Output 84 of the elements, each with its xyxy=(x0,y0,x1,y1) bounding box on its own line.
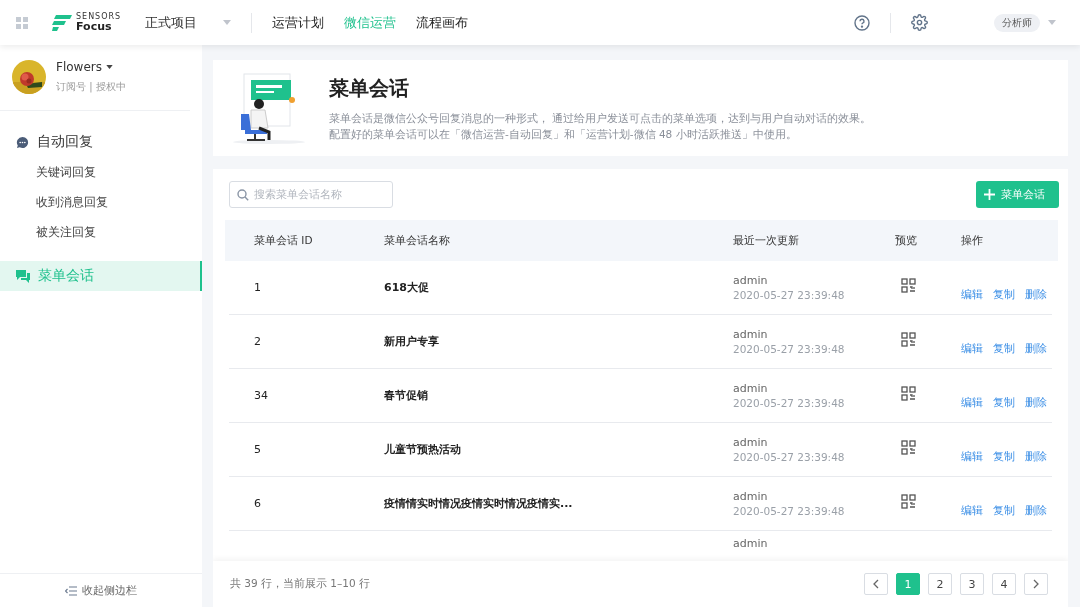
column-header: 菜单会话 ID xyxy=(254,233,314,248)
qr-code-icon[interactable] xyxy=(901,494,916,509)
action-link[interactable]: 复制 xyxy=(993,395,1015,410)
sidebar-subitem[interactable]: 被关注回复 xyxy=(0,217,202,247)
logo-icon xyxy=(52,14,72,31)
action-link[interactable]: 编辑 xyxy=(961,287,983,302)
action-link[interactable]: 删除 xyxy=(1025,449,1047,464)
logo-wordmark: Focus xyxy=(76,21,113,32)
nav-tab[interactable]: 流程画布 xyxy=(416,13,469,32)
page-button[interactable]: 3 xyxy=(960,573,984,595)
updated-time: 2020-05-27 23:39:48 xyxy=(733,343,846,355)
sidebar-subitem[interactable]: 收到消息回复 xyxy=(0,187,202,217)
column-header: 菜单会话名称 xyxy=(384,233,451,248)
table-cell-text: 春节促销 xyxy=(384,388,429,403)
action-link[interactable]: 删除 xyxy=(1025,503,1047,518)
column-header: 操作 xyxy=(961,233,984,248)
add-menu-chat-button[interactable]: 菜单会话 xyxy=(976,181,1059,208)
sidebar-item[interactable]: 菜单会话 xyxy=(0,261,202,291)
action-link[interactable]: 复制 xyxy=(993,287,1015,302)
page-description: 配置好的菜单会话可以在「微信运营-自动回复」和「运营计划-微信 48 小时活跃推送」中使用。 xyxy=(329,126,798,142)
project-selector[interactable]: 正式项目 xyxy=(145,13,232,32)
updated-time: 2020-05-27 23:39:48 xyxy=(733,451,846,463)
chat-bubbles-icon xyxy=(16,269,30,283)
page-title: 菜单会话 xyxy=(329,74,410,102)
chat-bubble-icon xyxy=(16,135,29,149)
account-selector[interactable]: Flowers xyxy=(56,60,113,74)
page-description: 菜单会话是微信公众号回复消息的一种形式， 通过给用户发送可点击的菜单选项，达到与用户自动对话的效果。 xyxy=(329,110,872,126)
qr-code-icon[interactable] xyxy=(901,278,916,293)
table-cell-text: 5 xyxy=(254,443,262,456)
search-icon xyxy=(237,189,249,201)
settings-icon[interactable] xyxy=(911,14,928,31)
updated-by: admin xyxy=(733,274,769,287)
action-link[interactable]: 复制 xyxy=(993,449,1015,464)
column-header: 预览 xyxy=(895,233,918,248)
table-cell-text: 新用户专享 xyxy=(384,334,440,349)
sidebar-item[interactable]: 自动回复 xyxy=(0,127,202,157)
table-cell-text: 儿童节预热活动 xyxy=(384,442,462,457)
qr-code-icon[interactable] xyxy=(901,332,916,347)
column-header: 最近一次更新 xyxy=(733,233,800,248)
search-field[interactable]: 搜索菜单会话名称 xyxy=(229,181,393,208)
updated-by: admin xyxy=(733,328,769,341)
updated-by: admin xyxy=(733,490,769,503)
role-selector[interactable]: 分析师 xyxy=(994,13,1056,32)
table-cell-text: 34 xyxy=(254,389,269,402)
table-cell-text: 6 xyxy=(254,497,262,510)
row-summary: 共 39 行，当前展示 1–10 行 xyxy=(230,577,370,591)
action-link[interactable]: 删除 xyxy=(1025,341,1047,356)
updated-by: admin xyxy=(733,382,769,395)
page-button[interactable]: 1 xyxy=(896,573,920,595)
page-button[interactable]: 2 xyxy=(928,573,952,595)
action-link[interactable]: 编辑 xyxy=(961,449,983,464)
table-cell-text: 1 xyxy=(254,281,262,294)
action-link[interactable]: 编辑 xyxy=(961,395,983,410)
action-link[interactable]: 编辑 xyxy=(961,503,983,518)
table-cell-text: 2 xyxy=(254,335,262,348)
updated-time: 2020-05-27 23:39:48 xyxy=(733,505,846,517)
caret-icon xyxy=(223,20,232,25)
plus-icon xyxy=(984,189,995,200)
chevron-left-icon xyxy=(873,579,879,589)
action-link[interactable]: 复制 xyxy=(993,341,1015,356)
caret-icon xyxy=(105,65,113,69)
updated-by: admin xyxy=(733,537,769,550)
nav-tab[interactable]: 运营计划 xyxy=(272,13,325,32)
nav-tab[interactable]: 微信运营 xyxy=(344,13,397,32)
action-link[interactable]: 删除 xyxy=(1025,287,1047,302)
action-link[interactable]: 删除 xyxy=(1025,395,1047,410)
role-label: 分析师 xyxy=(994,13,1040,32)
logo-caption: SENSORS xyxy=(76,13,122,21)
updated-by: admin xyxy=(733,436,769,449)
help-icon[interactable] xyxy=(854,14,870,31)
account-status: 订阅号 | 授权中 xyxy=(56,80,126,94)
table-cell-text: 618大促 xyxy=(384,280,430,295)
page-button[interactable]: 4 xyxy=(992,573,1016,595)
action-link[interactable]: 编辑 xyxy=(961,341,983,356)
qr-code-icon[interactable] xyxy=(901,440,916,455)
qr-code-icon[interactable] xyxy=(901,386,916,401)
action-link[interactable]: 复制 xyxy=(993,503,1015,518)
updated-time: 2020-05-27 23:39:48 xyxy=(733,397,846,409)
sidebar-subitem[interactable]: 关键词回复 xyxy=(0,157,202,187)
table-cell-text: 疫情情实时情况疫情实时情况疫情实... xyxy=(384,496,574,511)
caret-icon xyxy=(1048,20,1056,25)
collapse-icon xyxy=(65,585,77,596)
updated-time: 2020-05-27 23:39:48 xyxy=(733,289,846,301)
chevron-right-icon xyxy=(1033,579,1039,589)
